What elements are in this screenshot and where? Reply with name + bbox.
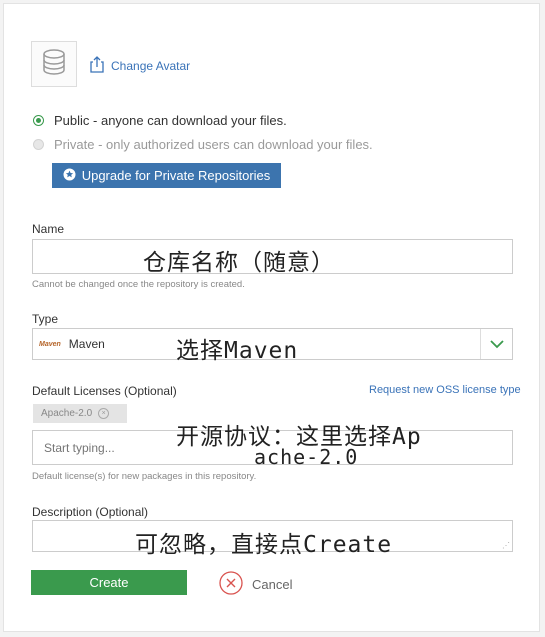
name-annotation: 仓库名称（随意） <box>143 250 335 276</box>
name-help: Cannot be changed once the repository is… <box>32 279 245 290</box>
license-tag: Apache-2.0 × <box>33 404 128 423</box>
upgrade-label: Upgrade for Private Repositories <box>81 168 271 183</box>
star-icon <box>63 168 76 184</box>
upgrade-private-button[interactable]: Upgrade for Private Repositories <box>52 163 281 188</box>
licenses-label: Default Licenses (Optional) <box>32 384 177 398</box>
description-label: Description (Optional) <box>32 505 149 519</box>
cancel-button[interactable]: Cancel <box>219 571 292 598</box>
public-label: Public - anyone can download your files. <box>54 113 287 128</box>
database-icon <box>41 48 67 81</box>
public-option[interactable]: Public - anyone can download your files. <box>33 113 287 128</box>
resize-handle-icon[interactable]: ⋰ <box>502 541 510 550</box>
license-help: Default license(s) for new packages in t… <box>32 471 257 482</box>
type-label: Type <box>32 312 59 326</box>
maven-logo: Maven <box>39 340 61 348</box>
private-option: Private - only authorized users can down… <box>33 137 373 152</box>
public-radio[interactable] <box>33 115 44 126</box>
chevron-down-icon[interactable] <box>480 329 512 359</box>
license-tag-label: Apache-2.0 <box>41 408 93 419</box>
create-button[interactable]: Create <box>31 570 187 595</box>
upload-icon <box>89 55 105 77</box>
name-label: Name <box>32 222 65 236</box>
license-annotation-line2: ache-2.0 <box>254 445 359 469</box>
private-label: Private - only authorized users can down… <box>54 137 373 152</box>
avatar[interactable] <box>31 41 77 87</box>
change-avatar-label: Change Avatar <box>111 59 191 73</box>
remove-tag-icon[interactable]: × <box>98 408 110 419</box>
private-radio <box>33 139 44 150</box>
description-annotation: 可忽略，直接点Create <box>135 532 393 558</box>
type-annotation: 选择Maven <box>176 338 299 364</box>
create-label: Create <box>89 575 129 590</box>
cancel-label: Cancel <box>252 577 293 592</box>
type-value: Maven <box>68 337 105 351</box>
request-license-link[interactable]: Request new OSS license type <box>369 384 521 396</box>
change-avatar-link[interactable]: Change Avatar <box>89 55 190 77</box>
cancel-icon <box>219 571 243 598</box>
